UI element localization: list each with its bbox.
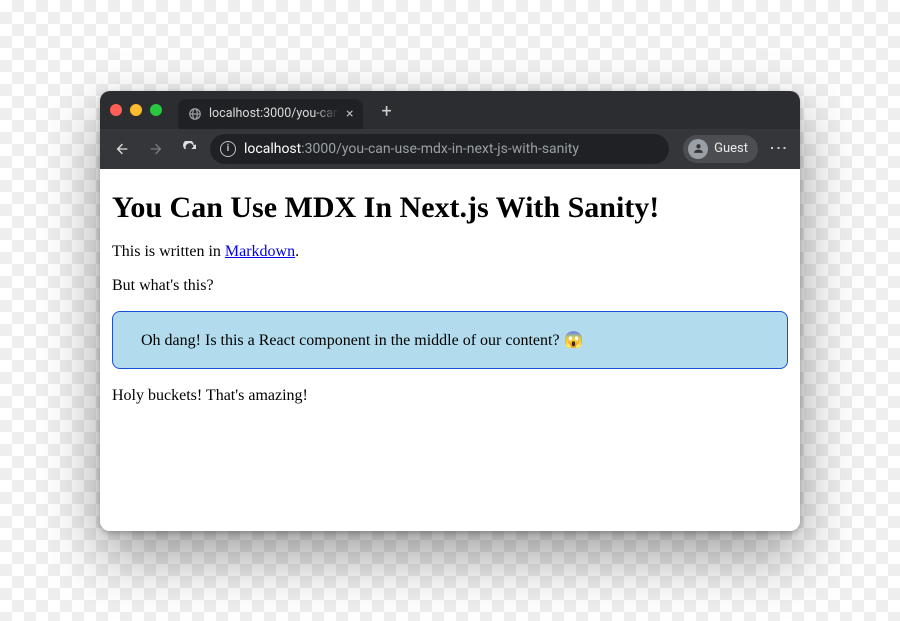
intro-paragraph: This is written in Markdown. (112, 243, 788, 261)
profile-button[interactable]: Guest (683, 135, 758, 163)
maximize-window-button[interactable] (150, 104, 162, 116)
avatar-icon (688, 139, 708, 159)
url-text: localhost:3000/you-can-use-mdx-in-next-j… (244, 141, 579, 157)
close-tab-button[interactable]: × (346, 107, 353, 121)
body-paragraph: Holy buckets! That's amazing! (112, 387, 788, 405)
menu-button[interactable]: ⋮ (764, 139, 792, 158)
reload-button[interactable] (176, 135, 204, 163)
browser-tab[interactable]: localhost:3000/you-can-use-m × (178, 99, 363, 129)
callout-box: Oh dang! Is this a React component in th… (112, 311, 788, 369)
titlebar: localhost:3000/you-can-use-m × + (100, 91, 800, 129)
site-info-icon[interactable]: i (220, 141, 236, 157)
markdown-link[interactable]: Markdown (225, 243, 295, 260)
forward-button[interactable] (142, 135, 170, 163)
minimize-window-button[interactable] (130, 104, 142, 116)
browser-window: localhost:3000/you-can-use-m × + i local… (100, 91, 800, 531)
page-content: You Can Use MDX In Next.js With Sanity! … (100, 169, 800, 531)
window-controls (110, 104, 162, 116)
close-window-button[interactable] (110, 104, 122, 116)
callout-text: Oh dang! Is this a React component in th… (141, 332, 583, 349)
address-bar[interactable]: i localhost:3000/you-can-use-mdx-in-next… (210, 134, 669, 164)
toolbar: i localhost:3000/you-can-use-mdx-in-next… (100, 129, 800, 169)
globe-icon (188, 107, 202, 121)
new-tab-button[interactable]: + (377, 103, 395, 121)
profile-label: Guest (714, 141, 748, 156)
back-button[interactable] (108, 135, 136, 163)
body-paragraph: But what's this? (112, 277, 788, 295)
page-title: You Can Use MDX In Next.js With Sanity! (112, 191, 788, 225)
tab-title: localhost:3000/you-can-use-m (209, 106, 339, 121)
